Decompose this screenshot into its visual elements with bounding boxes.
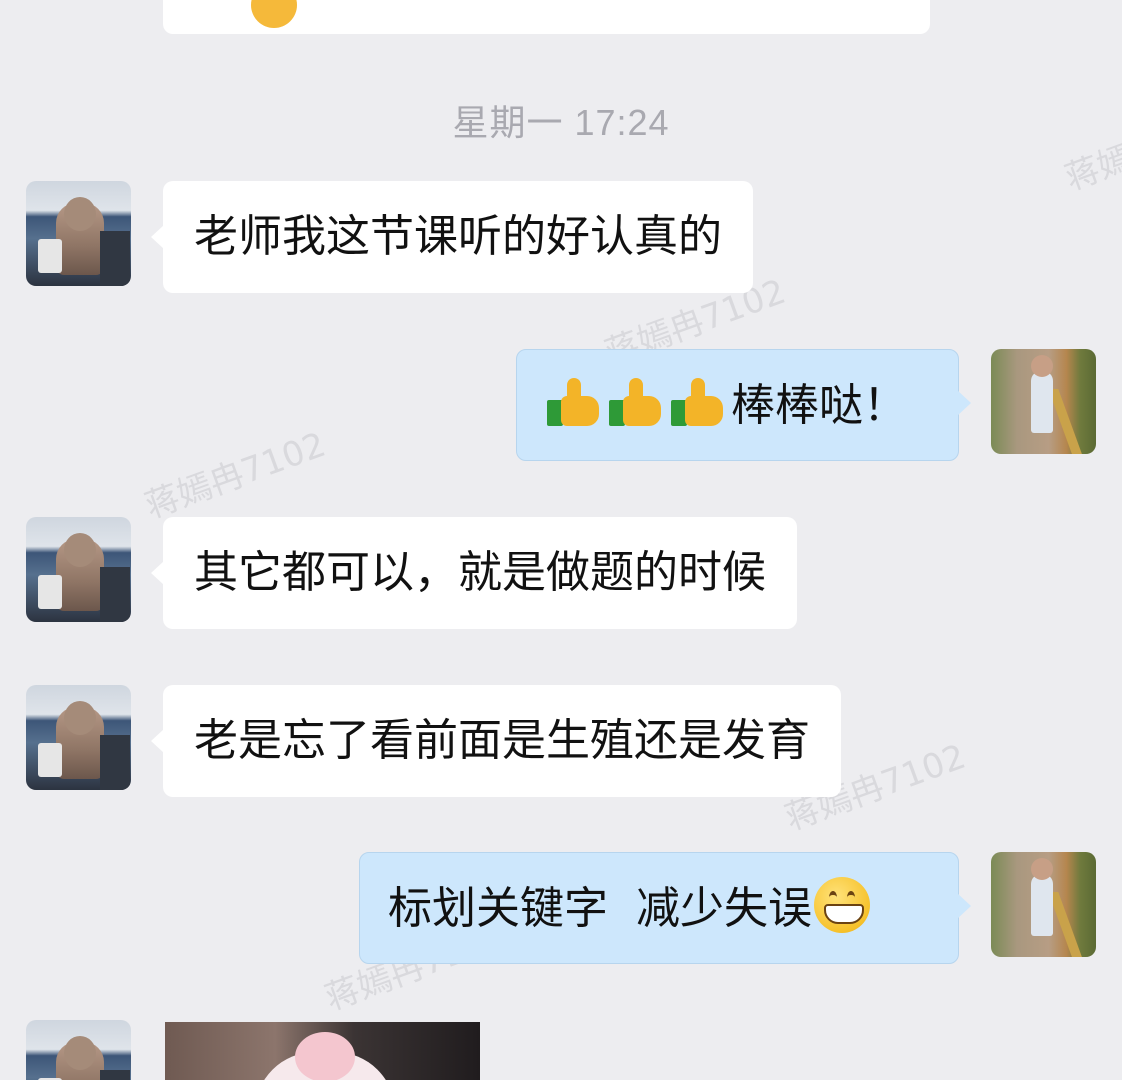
emoji-icon: [251, 0, 297, 28]
message-bubble-outgoing[interactable]: 棒棒哒！: [516, 349, 971, 461]
contact-avatar[interactable]: [26, 1020, 131, 1080]
thumbs-up-icon: [545, 374, 603, 430]
grinning-face-icon: [813, 877, 870, 933]
contact-avatar[interactable]: [26, 517, 131, 622]
message-bubble-incoming[interactable]: 老师我这节课听的好认真的: [151, 181, 753, 293]
contact-avatar[interactable]: [26, 181, 131, 286]
message-text: 老师我这节课听的好认真的: [194, 211, 722, 262]
thumbs-up-icon: [669, 374, 727, 430]
watermark: 蒋嫣冉7102: [140, 424, 331, 527]
message-text: 其它都可以，就是做题的时候: [194, 547, 766, 598]
contact-avatar[interactable]: [26, 685, 131, 790]
message-bubble-partial[interactable]: [163, 0, 930, 34]
message-bubble-incoming[interactable]: 老是忘了看前面是生殖还是发育: [151, 685, 841, 797]
message-text: 标划关键字 减少失误: [388, 883, 812, 934]
my-avatar[interactable]: [991, 852, 1096, 957]
thumbs-up-icon: [607, 374, 665, 430]
message-bubble-incoming[interactable]: 其它都可以，就是做题的时候: [151, 517, 797, 629]
image-message[interactable]: [165, 1022, 480, 1080]
message-bubble-outgoing[interactable]: 标划关键字 减少失误: [359, 852, 971, 964]
message-text: 老是忘了看前面是生殖还是发育: [194, 715, 810, 766]
chat-area[interactable]: 蒋嫣冉7102 蒋嫣冉7102 蒋嫣冉7102 蒋嫣冉7102 蒋嫣冉7102 …: [0, 0, 1122, 1080]
message-text: 棒棒哒！: [731, 380, 907, 431]
my-avatar[interactable]: [991, 349, 1096, 454]
timestamp: 星期一 17:24: [452, 102, 670, 143]
